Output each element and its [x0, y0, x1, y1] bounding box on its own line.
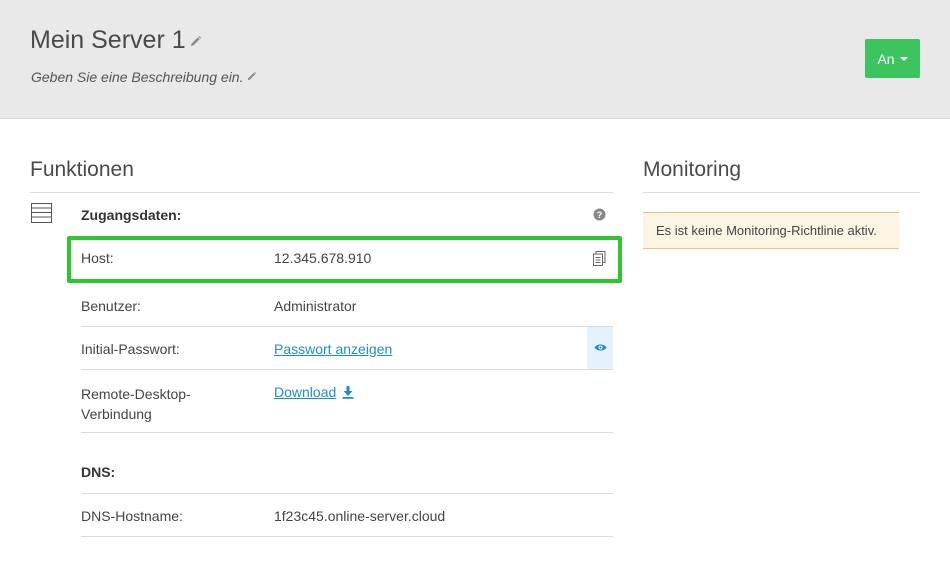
- list-icon: [31, 203, 52, 228]
- rdp-label-line2: Verbindung: [81, 406, 152, 422]
- host-value: 12.345.678.910: [274, 250, 372, 266]
- rdp-download[interactable]: Download: [274, 384, 354, 400]
- monitoring-title-divider: [643, 192, 920, 193]
- eye-icon: [594, 339, 607, 357]
- rdp-label-line1: Remote-Desktop-: [81, 386, 191, 402]
- monitoring-title: Monitoring: [643, 158, 742, 181]
- row-divider: [81, 369, 613, 370]
- edit-description-pencil-icon[interactable]: [246, 69, 257, 85]
- rdp-label: Remote-Desktop- Verbindung: [81, 384, 191, 424]
- monitoring-alert: Es ist keine Monitoring-Richtlinie aktiv…: [643, 212, 899, 249]
- show-password-link[interactable]: Passwort anzeigen: [274, 341, 392, 357]
- user-value: Administrator: [274, 298, 357, 314]
- host-label: Host:: [81, 250, 114, 266]
- functions-title-divider: [30, 192, 613, 193]
- edit-title-pencil-icon[interactable]: [189, 26, 202, 55]
- show-password-eye-button[interactable]: [587, 327, 613, 369]
- server-description: Geben Sie eine Beschreibung ein.: [31, 69, 257, 85]
- copy-clipboard-icon[interactable]: [593, 251, 606, 271]
- user-label: Benutzer:: [81, 298, 141, 314]
- download-icon[interactable]: [342, 385, 354, 399]
- dns-heading: DNS:: [81, 464, 116, 480]
- row-divider: [81, 493, 613, 494]
- power-status-dropdown-button[interactable]: An: [865, 39, 920, 78]
- power-status-label: An: [877, 50, 895, 67]
- access-heading: Zugangsdaten:: [81, 207, 182, 223]
- dns-hostname-label: DNS-Hostname:: [81, 508, 183, 524]
- server-title: Mein Server 1: [30, 26, 202, 55]
- dns-hostname-value: 1f23c45.online-server.cloud: [274, 508, 446, 524]
- row-divider: [81, 326, 613, 327]
- password-label: Initial-Passwort:: [81, 341, 180, 357]
- caret-down-icon: [899, 56, 908, 61]
- rdp-download-link[interactable]: Download: [274, 384, 336, 400]
- help-question-icon[interactable]: ?: [593, 208, 606, 226]
- server-header: Mein Server 1 Geben Sie eine Beschreibun…: [0, 0, 950, 119]
- row-divider: [81, 536, 613, 537]
- row-divider: [81, 432, 613, 433]
- server-title-text: Mein Server 1: [30, 26, 186, 54]
- functions-title: Funktionen: [30, 158, 134, 181]
- server-description-text: Geben Sie eine Beschreibung ein.: [31, 69, 244, 85]
- svg-text:?: ?: [597, 210, 603, 220]
